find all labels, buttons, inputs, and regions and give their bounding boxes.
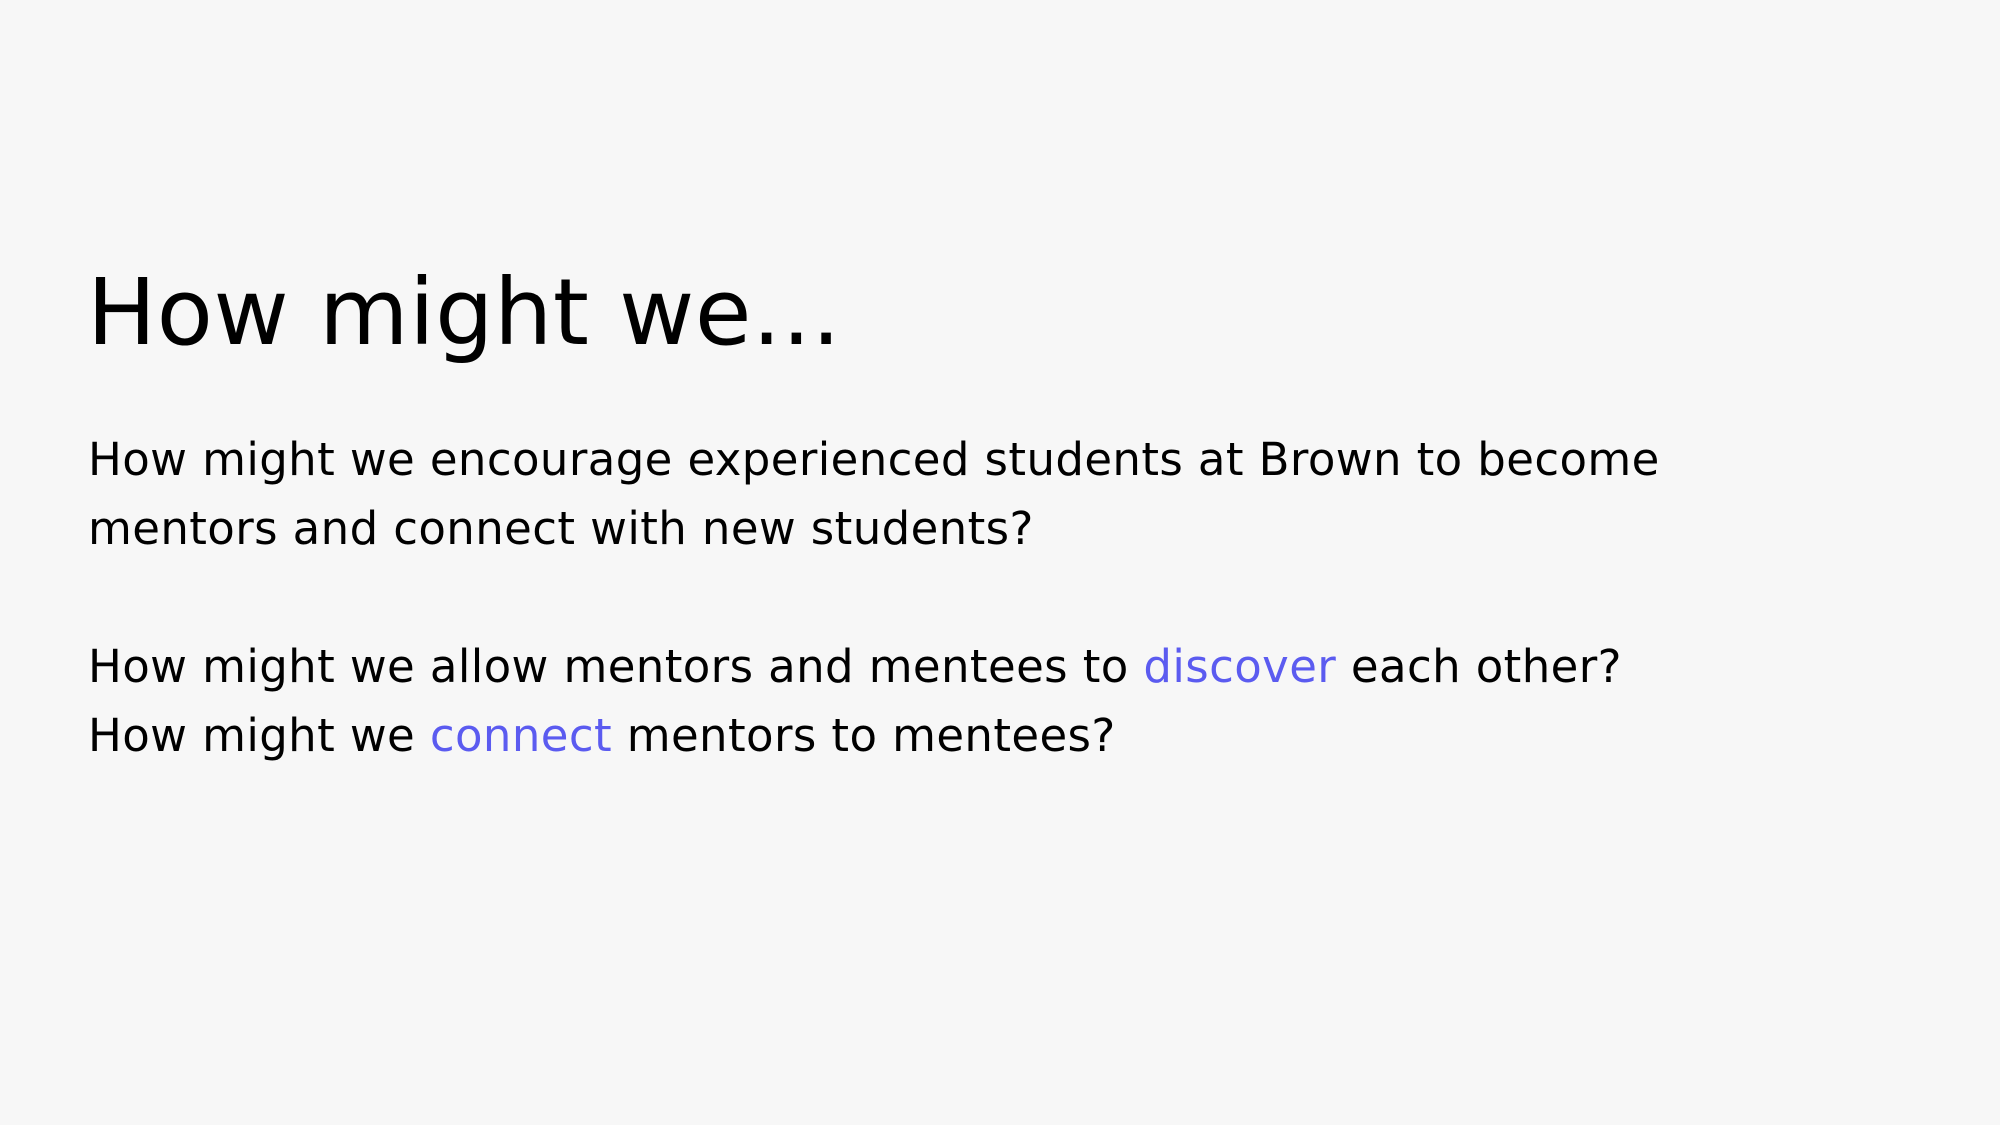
question-discover-suffix: each other? bbox=[1336, 640, 1622, 693]
slide: How might we... How might we encourage e… bbox=[0, 0, 2000, 1125]
slide-title: How might we... bbox=[87, 259, 842, 366]
question-connect-prefix: How might we bbox=[88, 709, 430, 762]
question-connect: How might we connect mentors to mentees? bbox=[88, 701, 1788, 770]
highlight-connect: connect bbox=[429, 709, 613, 762]
question-discover: How might we allow mentors and mentees t… bbox=[88, 632, 1788, 701]
question-encourage-mentors: How might we encourage experienced stude… bbox=[88, 433, 1660, 555]
question-connect-suffix: mentors to mentees? bbox=[612, 709, 1116, 762]
slide-body: How might we encourage experienced stude… bbox=[88, 425, 1788, 770]
highlight-discover: discover bbox=[1143, 640, 1337, 693]
question-discover-prefix: How might we allow mentors and mentees t… bbox=[88, 640, 1144, 693]
